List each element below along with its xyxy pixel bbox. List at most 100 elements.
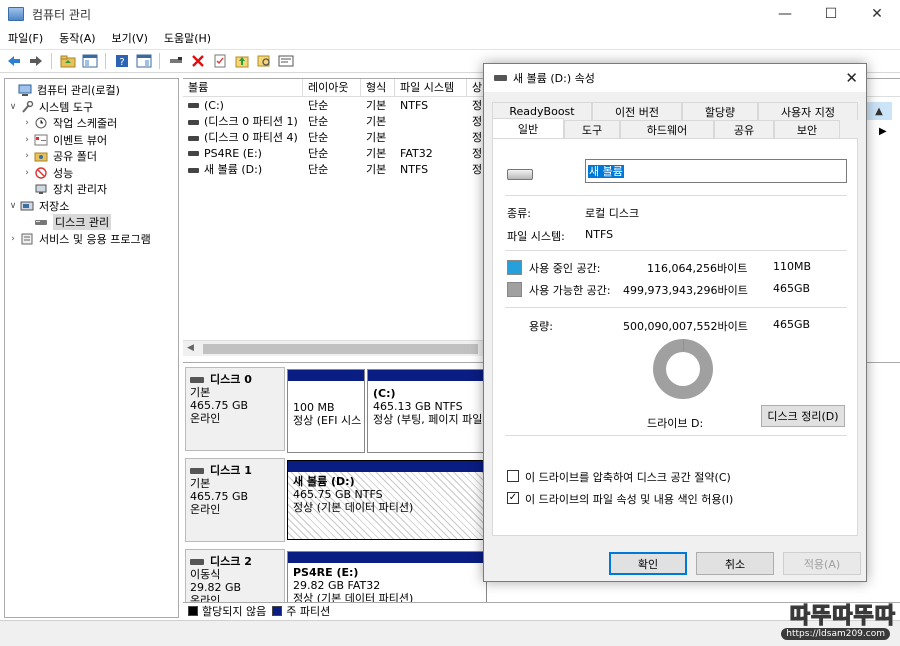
tree-item-disk-management[interactable]: 디스크 관리 xyxy=(5,214,178,231)
partition-efi[interactable]: 100 MB 정상 (EFI 시스 xyxy=(287,369,365,453)
scroll-left-icon[interactable]: ◀ xyxy=(187,343,194,353)
menu-view[interactable]: 보기(V) xyxy=(104,30,156,46)
close-button[interactable]: ✕ xyxy=(854,0,900,28)
disk-cleanup-button[interactable]: 디스크 정리(D) xyxy=(761,405,845,427)
tab-quota[interactable]: 할당량 xyxy=(682,102,758,120)
volume-name: (디스크 0 파티션 4) xyxy=(204,131,298,144)
forward-arrow-icon[interactable] xyxy=(26,52,45,71)
volume-name: (C:) xyxy=(204,98,224,112)
expand-arrow-icon[interactable]: › xyxy=(21,168,33,178)
tree-item-storage[interactable]: ∨ 저장소 xyxy=(5,198,178,215)
free-space-swatch xyxy=(507,282,522,297)
usage-donut-chart xyxy=(653,339,713,399)
search-icon[interactable] xyxy=(254,52,273,71)
maximize-button[interactable]: ☐ xyxy=(808,0,854,28)
tab-customize[interactable]: 사용자 지정 xyxy=(758,102,858,120)
connect-icon[interactable] xyxy=(166,52,185,71)
disk-1-label[interactable]: 디스크 1 기본 465.75 GB 온라인 xyxy=(185,458,285,542)
disk-icon xyxy=(190,467,204,474)
properties-icon[interactable] xyxy=(210,52,229,71)
column-header-layout[interactable]: 레이아웃 xyxy=(303,79,361,96)
cancel-button[interactable]: 취소 xyxy=(696,552,774,575)
disk-2-label[interactable]: 디스크 2 이동식 29.82 GB 온라인 xyxy=(185,549,285,602)
column-header-volume[interactable]: 볼륨 xyxy=(183,79,303,96)
horizontal-scrollbar[interactable]: ◀ xyxy=(183,340,483,356)
tree-item-task-scheduler[interactable]: › 작업 스케줄러 xyxy=(5,115,178,132)
tree-item-services[interactable]: › 서비스 및 응용 프로그램 xyxy=(5,231,178,248)
expand-arrow-icon[interactable]: › xyxy=(7,234,19,244)
free-space-size: 465GB xyxy=(773,282,811,295)
general-tab-panel: 새 볼륨 종류: 로컬 디스크 파일 시스템: NTFS 사용 중인 공간: 1… xyxy=(492,138,858,536)
volume-icon xyxy=(188,119,199,125)
tree-item-computer-management[interactable]: 컴퓨터 관리(로컬) xyxy=(5,82,178,99)
volume-icon xyxy=(188,151,199,156)
up-icon[interactable] xyxy=(232,52,251,71)
performance-icon xyxy=(33,166,49,180)
dialog-title-bar: 새 볼륨 (D:) 속성 ✕ xyxy=(484,64,866,92)
toolbar-separator xyxy=(159,53,160,69)
tab-tools[interactable]: 도구 xyxy=(564,120,620,138)
fs-cell: NTFS xyxy=(400,162,429,176)
volume-name: PS4RE (E:) xyxy=(204,146,262,160)
collapse-arrow-icon[interactable]: ∨ xyxy=(7,102,19,112)
drive-icon xyxy=(507,169,533,180)
delete-icon[interactable] xyxy=(188,52,207,71)
disk-name-row: 디스크 2 xyxy=(190,555,280,568)
type-cell: 기본 xyxy=(366,163,387,176)
tab-security[interactable]: 보안 xyxy=(774,120,840,138)
compress-label: 이 드라이브를 압축하여 디스크 공간 절약(C) xyxy=(525,471,731,484)
tab-previous-versions[interactable]: 이전 버전 xyxy=(592,102,682,120)
used-space-bytes: 116,064,256바이트 xyxy=(647,262,748,275)
type-label: 종류: xyxy=(507,207,531,220)
tree-item-device-manager[interactable]: 장치 관리자 xyxy=(5,181,178,198)
volume-cell: (C:) xyxy=(183,99,303,112)
partition-body: PS4RE (E:) 29.82 GB FAT32 정상 (기본 데이터 파티션… xyxy=(288,563,486,602)
tab-hardware[interactable]: 하드웨어 xyxy=(620,120,714,138)
drive-icon xyxy=(494,75,507,81)
partition-c[interactable]: (C:) 465.13 GB NTFS 정상 (부팅, 페이지 파일 xyxy=(367,369,487,453)
type-cell: 기본 xyxy=(366,147,387,160)
more-icon[interactable] xyxy=(276,52,295,71)
free-space-bytes: 499,973,943,296바이트 xyxy=(623,284,748,297)
tree-item-shared-folders[interactable]: › 공유 폴더 xyxy=(5,148,178,165)
disk-0-label[interactable]: 디스크 0 기본 465.75 GB 온라인 xyxy=(185,367,285,451)
minimize-button[interactable]: — xyxy=(762,0,808,28)
expand-arrow-icon[interactable]: › xyxy=(21,135,33,145)
tree-item-system-tools[interactable]: ∨ 시스템 도구 xyxy=(5,99,178,116)
tree-item-performance[interactable]: › 성능 xyxy=(5,165,178,182)
expand-arrow-icon[interactable]: › xyxy=(21,151,33,161)
console-icon[interactable] xyxy=(134,52,153,71)
back-arrow-icon[interactable] xyxy=(4,52,23,71)
watermark-logo: 따뚜따뚜따 https://ldsam209.com xyxy=(706,598,896,642)
partition-e[interactable]: PS4RE (E:) 29.82 GB FAT32 정상 (기본 데이터 파티션… xyxy=(287,551,487,602)
apply-button[interactable]: 적용(A) xyxy=(783,552,861,575)
ok-button[interactable]: 확인 xyxy=(609,552,687,575)
computer-management-icon xyxy=(8,7,24,21)
menu-file[interactable]: 파일(F) xyxy=(0,30,51,46)
help-icon[interactable]: ? xyxy=(112,52,131,71)
folder-up-icon[interactable] xyxy=(58,52,77,71)
volume-name-input[interactable]: 새 볼륨 xyxy=(585,159,847,183)
type-cell: 기본 xyxy=(366,131,387,144)
tab-sharing[interactable]: 공유 xyxy=(714,120,774,138)
scroll-thumb[interactable] xyxy=(203,344,478,354)
menu-action[interactable]: 동작(A) xyxy=(51,30,103,46)
partition-label: (C:) xyxy=(373,387,396,400)
scroll-up-icon[interactable]: ▲ xyxy=(866,102,892,120)
dialog-close-icon[interactable]: ✕ xyxy=(845,69,858,87)
disk-icon xyxy=(33,215,49,229)
expand-right-icon[interactable]: ▶ xyxy=(879,126,887,137)
device-manager-icon xyxy=(33,182,49,196)
index-checkbox[interactable]: ✓ xyxy=(507,492,519,504)
expand-arrow-icon[interactable]: › xyxy=(21,118,33,128)
menu-help[interactable]: 도움말(H) xyxy=(156,30,219,46)
partition-d[interactable]: 새 볼륨 (D:) 465.75 GB NTFS 정상 (기본 데이터 파티션) xyxy=(287,460,487,540)
volume-cell: (디스크 0 파티션 4) xyxy=(183,129,303,145)
column-header-filesystem[interactable]: 파일 시스템 xyxy=(395,79,467,96)
collapse-arrow-icon[interactable]: ∨ xyxy=(7,201,19,211)
compress-checkbox[interactable] xyxy=(507,470,519,482)
show-hide-tree-icon[interactable] xyxy=(80,52,99,71)
tab-general[interactable]: 일반 xyxy=(492,118,564,138)
tree-item-event-viewer[interactable]: › 이벤트 뷰어 xyxy=(5,132,178,149)
column-header-type[interactable]: 형식 xyxy=(361,79,395,96)
